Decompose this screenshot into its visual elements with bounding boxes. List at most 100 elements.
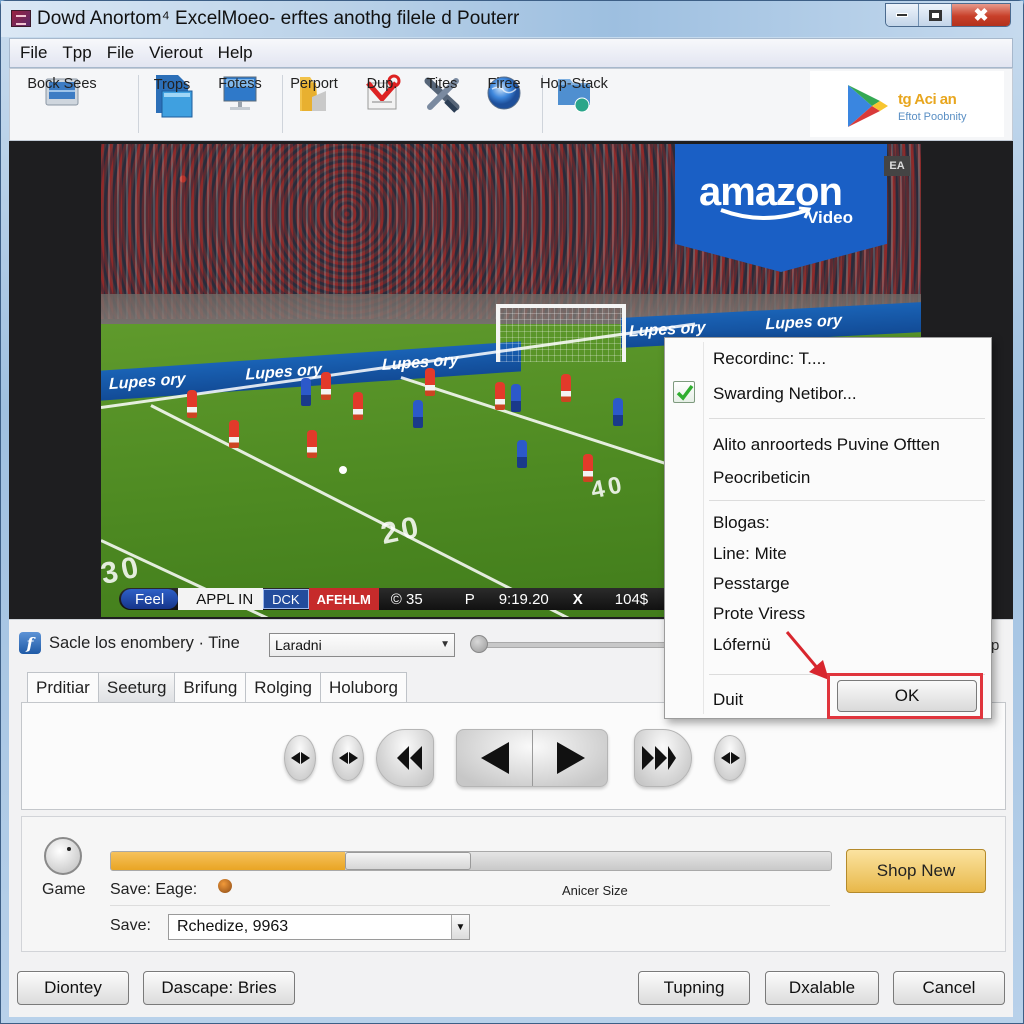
menu-item-lofernu[interactable]: Lófernü xyxy=(713,635,771,655)
title-bar[interactable]: Dowd Anortom⁴ ExcelMoeo- erftes anothg f… xyxy=(1,1,1023,37)
toolbar-trops[interactable]: Trops xyxy=(150,73,194,118)
player-blue xyxy=(613,398,623,426)
save-select[interactable]: Rchedize, 9963 ▼ xyxy=(168,914,470,940)
rewind-icon xyxy=(396,746,422,770)
ball xyxy=(339,466,347,474)
menu-item-line-mite[interactable]: Line: Mite xyxy=(713,544,787,564)
play-button[interactable] xyxy=(533,730,609,786)
chevron-down-icon: ▼ xyxy=(451,915,469,939)
menu-file[interactable]: File xyxy=(20,43,47,63)
progress-fill xyxy=(111,852,345,870)
progress-thumb[interactable] xyxy=(345,852,471,870)
tab-bar: Prditiar Seeturg Brifung Rolging Holubor… xyxy=(27,672,407,702)
menu-item-peocribeticin[interactable]: Peocribeticin xyxy=(713,468,810,488)
shop-new-button[interactable]: Shop New xyxy=(846,849,986,893)
toolbar-label: Fotess xyxy=(218,76,262,92)
minimize-button[interactable] xyxy=(886,4,919,26)
player-red xyxy=(425,368,435,396)
toolbar-label: Bock Sees xyxy=(27,76,97,92)
step-button-1[interactable] xyxy=(284,735,316,781)
player-blue xyxy=(301,378,311,406)
flash-icon: f xyxy=(19,632,41,654)
player-red xyxy=(561,374,571,402)
amazon-smile-icon xyxy=(720,206,812,220)
slider-end-marker: p xyxy=(991,637,1000,654)
step-button-3[interactable] xyxy=(714,735,746,781)
toolbar-bock-sees[interactable]: Bock Sees xyxy=(27,73,97,115)
menu-item-alito[interactable]: Alito anroorteds Puvine Oftten xyxy=(713,435,940,455)
fast-forward-button[interactable] xyxy=(634,729,692,787)
maximize-icon xyxy=(928,9,942,21)
player-red xyxy=(307,430,317,458)
checkbox-swarding[interactable] xyxy=(673,381,695,403)
brand-line-2: Eftot Poobnity xyxy=(898,111,967,123)
player-red xyxy=(583,454,593,482)
step-icon xyxy=(338,752,358,764)
menu-file-2[interactable]: File xyxy=(107,43,134,63)
player-blue xyxy=(413,400,423,428)
save-eage-label: Save: Eage: xyxy=(110,881,198,898)
menu-item-pesstarge[interactable]: Pesstarge xyxy=(713,574,790,594)
menu-bar: File Tpp File Vierout Help xyxy=(9,38,1013,68)
toolbar-dup[interactable]: Dup. xyxy=(360,73,404,115)
tab-prditiar[interactable]: Prditiar xyxy=(27,672,99,702)
menu-gutter xyxy=(703,342,704,714)
dxalable-button[interactable]: Dxalable xyxy=(765,971,879,1005)
cancel-button[interactable]: Cancel xyxy=(893,971,1005,1005)
menu-tpp[interactable]: Tpp xyxy=(62,43,91,63)
toolbar-separator xyxy=(138,75,139,133)
ok-button[interactable]: OK xyxy=(837,680,977,712)
previous-button[interactable] xyxy=(457,730,533,786)
step-icon xyxy=(720,752,740,764)
dascape-bries-button[interactable]: Dascape: Bries xyxy=(143,971,295,1005)
fast-forward-icon xyxy=(642,746,676,770)
tab-rolging[interactable]: Rolging xyxy=(245,672,321,702)
app-window: Dowd Anortom⁴ ExcelMoeo- erftes anothg f… xyxy=(0,0,1024,1024)
brand-line-1: tg Aci an xyxy=(898,91,957,108)
time-slider-track[interactable] xyxy=(475,642,675,648)
toolbar-separator xyxy=(282,75,283,133)
rewind-button[interactable] xyxy=(376,729,434,787)
toolbar-firee[interactable]: Firee xyxy=(482,73,526,115)
toolbar-hop-stack[interactable]: Hop-Stack xyxy=(540,73,608,115)
tab-brifung[interactable]: Brifung xyxy=(174,672,247,702)
play-icon xyxy=(557,742,585,774)
player-red xyxy=(495,382,505,410)
scale-select-value: Laradni xyxy=(275,637,322,653)
maximize-button[interactable] xyxy=(919,4,952,26)
close-button[interactable]: ✖ xyxy=(952,4,1010,26)
scoreboard-x: X xyxy=(572,590,583,608)
menu-item-blogas[interactable]: Blogas: xyxy=(713,513,770,533)
player-red xyxy=(321,372,331,400)
time-slider-knob[interactable] xyxy=(470,635,488,653)
game-knob[interactable] xyxy=(44,837,82,875)
step-button-2[interactable] xyxy=(332,735,364,781)
menu-item-recording[interactable]: Recordinc: T.... xyxy=(713,349,826,369)
scale-select[interactable]: Laradni ▼ xyxy=(269,633,455,657)
menu-item-prote-viress[interactable]: Prote Viress xyxy=(713,604,805,624)
tupning-button[interactable]: Tupning xyxy=(638,971,750,1005)
toolbar-label: Dup. xyxy=(366,76,398,92)
context-menu-popup: Recordinc: T.... Swarding Netibor... Ali… xyxy=(664,337,992,719)
step-icon xyxy=(290,752,310,764)
goal-net xyxy=(496,304,626,362)
menu-item-swarding[interactable]: Swarding Netibor... xyxy=(713,384,857,404)
toolbar-perport[interactable]: Perport xyxy=(290,73,338,115)
tab-holuborg[interactable]: Holuborg xyxy=(319,672,407,702)
size-label: Anicer Size xyxy=(562,883,628,898)
diontey-button[interactable]: Diontey xyxy=(17,971,129,1005)
tab-seeturg[interactable]: Seeturg xyxy=(97,672,176,702)
menu-item-duit[interactable]: Duit xyxy=(713,690,743,710)
menu-vierout[interactable]: Vierout xyxy=(149,43,203,63)
scoreboard: Feel APPL IN DCK AFEHLM © 35 P 9:19.20 X… xyxy=(119,588,699,610)
google-play-badge[interactable]: tg Aci an Eftot Poobnity xyxy=(810,71,1004,137)
progress-bar[interactable] xyxy=(110,851,832,871)
toolbar-tites[interactable]: Tites xyxy=(420,73,464,115)
red-arrow-annotation-icon xyxy=(785,631,829,680)
menu-help[interactable]: Help xyxy=(218,43,253,63)
toolbar-fotess[interactable]: Fotess xyxy=(218,73,262,115)
menu-separator xyxy=(709,418,985,419)
chevron-down-icon: ▼ xyxy=(440,639,450,650)
save-panel: Game Save: Eage: Anicer Size Shop New Sa… xyxy=(21,816,1006,952)
scoreboard-red-tag: AFEHLM xyxy=(308,588,379,610)
